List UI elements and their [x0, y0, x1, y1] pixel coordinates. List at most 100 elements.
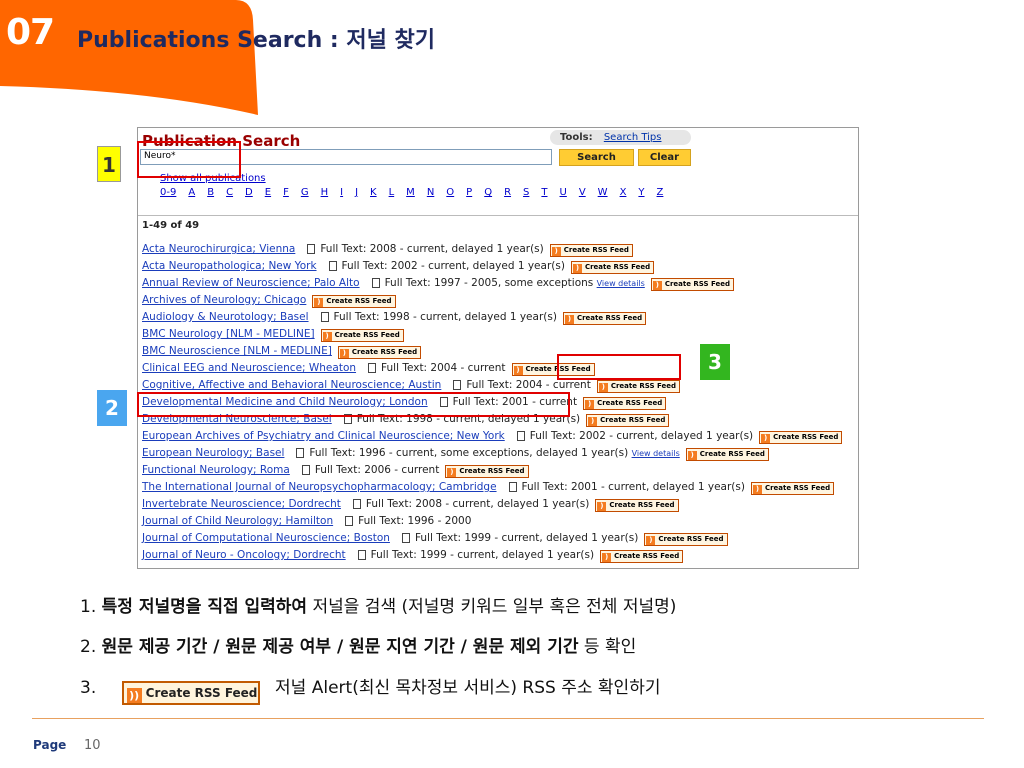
result-row: Audiology & Neurotology; Basel Full Text:… [142, 310, 647, 325]
document-icon [307, 244, 316, 254]
create-rss-feed-button[interactable]: ) Create RSS Feed [583, 397, 667, 410]
alphabet-link[interactable]: H [321, 187, 329, 198]
create-rss-feed-button[interactable]: ) Create RSS Feed [549, 244, 633, 257]
create-rss-feed-button[interactable]: ) Create RSS Feed [570, 261, 655, 274]
journal-title-link[interactable]: European Archives of Psychiatry and Clin… [142, 430, 505, 442]
rss-label: Create RSS Feed [699, 450, 765, 458]
journal-title-link[interactable]: Cognitive, Affective and Behavioral Neur… [142, 379, 441, 391]
alphabet-link[interactable]: I [340, 187, 343, 198]
note-2: 2. 원문 제공 기간 / 원문 제공 여부 / 원문 지연 기간 / 원문 제… [80, 632, 636, 657]
result-row: Clinical EEG and Neuroscience; Wheaton Fu… [142, 361, 595, 376]
journal-title-link[interactable]: Acta Neurochirurgica; Vienna [142, 243, 295, 255]
fulltext-coverage: Full Text: 1996 - current, some exceptio… [309, 447, 629, 459]
document-icon [401, 533, 410, 543]
create-rss-feed-button[interactable]: ) Create RSS Feed [650, 278, 735, 291]
fulltext-coverage: Full Text: 2004 - current [466, 379, 591, 391]
alphabet-link[interactable]: M [406, 187, 415, 198]
create-rss-feed-button[interactable]: ) Create RSS Feed [337, 346, 422, 359]
journal-title-link[interactable]: Journal of Computational Neuroscience; B… [142, 532, 390, 544]
journal-title-link[interactable]: Journal of Child Neurology; Hamilton [142, 515, 333, 527]
note-3: 3. )) Create RSS Feed 저널 Alert(최신 목차정보 서비… [80, 673, 660, 705]
alphabet-link[interactable]: Y [638, 187, 644, 198]
alphabet-link[interactable]: T [541, 187, 547, 198]
alphabet-link[interactable]: N [427, 187, 434, 198]
alphabet-link[interactable]: S [523, 187, 529, 198]
alphabet-link[interactable]: D [245, 187, 253, 198]
rss-icon: ) [572, 264, 582, 273]
result-row: Acta Neuropathologica; New York Full Text… [142, 259, 655, 274]
document-icon [368, 363, 377, 373]
view-details-link[interactable]: View details [632, 449, 680, 458]
rss-icon: ) [752, 485, 762, 494]
rss-label: Create RSS Feed [764, 484, 831, 492]
result-row: Journal of Computational Neuroscience; B… [142, 531, 728, 546]
alphabet-link[interactable]: A [188, 187, 195, 198]
alphabet-link[interactable]: V [579, 187, 586, 198]
view-details-link[interactable]: View details [597, 279, 645, 288]
alphabet-link[interactable]: Z [657, 187, 664, 198]
create-rss-feed-button[interactable]: ) Create RSS Feed [685, 448, 769, 461]
rss-label: Create RSS Feed [584, 263, 651, 271]
rss-icon: ) [761, 434, 771, 443]
alphabet-link[interactable]: J [355, 187, 358, 198]
create-rss-feed-button[interactable]: ) Create RSS Feed [595, 499, 679, 512]
rss-icon: ) [564, 315, 574, 324]
rss-icon: ) [513, 366, 523, 375]
journal-title-link[interactable]: Annual Review of Neuroscience; Palo Alto [142, 277, 360, 289]
rss-icon: ) [551, 247, 561, 256]
alphabet-link[interactable]: F [283, 187, 289, 198]
rss-label: Create RSS Feed [563, 246, 629, 254]
clear-button[interactable]: Clear [638, 149, 691, 166]
alphabet-link[interactable]: P [466, 187, 472, 198]
journal-title-link[interactable]: Clinical EEG and Neuroscience; Wheaton [142, 362, 356, 374]
journal-title-link[interactable]: Acta Neuropathologica; New York [142, 260, 317, 272]
footer-divider [32, 718, 984, 719]
alphabet-link[interactable]: 0-9 [160, 187, 176, 198]
journal-title-link[interactable]: Invertebrate Neuroscience; Dordrecht [142, 498, 341, 510]
alphabet-link[interactable]: Q [484, 187, 492, 198]
alphabet-link[interactable]: K [370, 187, 377, 198]
alphabet-link[interactable]: B [207, 187, 214, 198]
fulltext-coverage: Full Text: 2002 - current, delayed 1 yea… [341, 260, 565, 272]
alphabet-link[interactable]: X [620, 187, 627, 198]
alphabet-link[interactable]: E [265, 187, 271, 198]
alphabet-link[interactable]: L [389, 187, 395, 198]
rss-icon: )) [126, 688, 142, 703]
create-rss-feed-button[interactable]: ) Create RSS Feed [562, 312, 647, 325]
journal-title-link[interactable]: Functional Neurology; Roma [142, 464, 290, 476]
create-rss-feed-button[interactable]: ) Create RSS Feed [596, 380, 681, 393]
rss-label: Create RSS Feed [459, 467, 525, 475]
search-button[interactable]: Search [559, 149, 634, 166]
journal-title-link[interactable]: Audiology & Neurotology; Basel [142, 311, 309, 323]
create-rss-feed-button[interactable]: ) Create RSS Feed [644, 533, 728, 546]
journal-title-link[interactable]: Journal of Neuro - Oncology; Dordrecht [142, 549, 346, 561]
create-rss-feed-button[interactable]: ) Create RSS Feed [445, 465, 529, 478]
journal-title-link[interactable]: The International Journal of Neuropsycho… [142, 481, 497, 493]
fulltext-coverage: Full Text: 2008 - current, delayed 1 yea… [320, 243, 544, 255]
create-rss-feed-button[interactable]: ) Create RSS Feed [759, 431, 843, 444]
alphabet-link[interactable]: U [560, 187, 567, 198]
alphabet-link[interactable]: W [598, 187, 608, 198]
journal-title-link[interactable]: Archives of Neurology; Chicago [142, 294, 306, 306]
create-rss-feed-button[interactable]: ) Create RSS Feed [586, 414, 670, 427]
search-tips-link[interactable]: Search Tips [604, 132, 662, 143]
create-rss-feed-button[interactable]: ) Create RSS Feed [312, 295, 396, 308]
journal-title-link[interactable]: BMC Neuroscience [NLM - MEDLINE] [142, 345, 332, 357]
alphabet-link[interactable]: G [301, 187, 309, 198]
create-rss-feed-button[interactable]: ) Create RSS Feed [600, 550, 684, 563]
alphabet-link[interactable]: R [504, 187, 511, 198]
rss-label: Create RSS Feed [351, 348, 418, 356]
result-count: 1-49 of 49 [142, 220, 200, 231]
create-rss-feed-button[interactable]: ) Create RSS Feed [320, 329, 404, 342]
note-1-number: 1. [80, 597, 97, 617]
fulltext-coverage: Full Text: 1998 - current, delayed 1 yea… [333, 311, 557, 323]
create-rss-feed-button[interactable]: ) Create RSS Feed [750, 482, 835, 495]
alphabet-link[interactable]: C [226, 187, 233, 198]
journal-title-link[interactable]: European Neurology; Basel [142, 447, 284, 459]
rss-example-label: Create RSS Feed [145, 686, 258, 700]
journal-title-link[interactable]: BMC Neurology [NLM - MEDLINE] [142, 328, 315, 340]
rss-icon: ) [314, 298, 324, 307]
document-icon [453, 380, 462, 390]
alphabet-link[interactable]: O [446, 187, 454, 198]
rss-icon: ) [598, 383, 608, 392]
